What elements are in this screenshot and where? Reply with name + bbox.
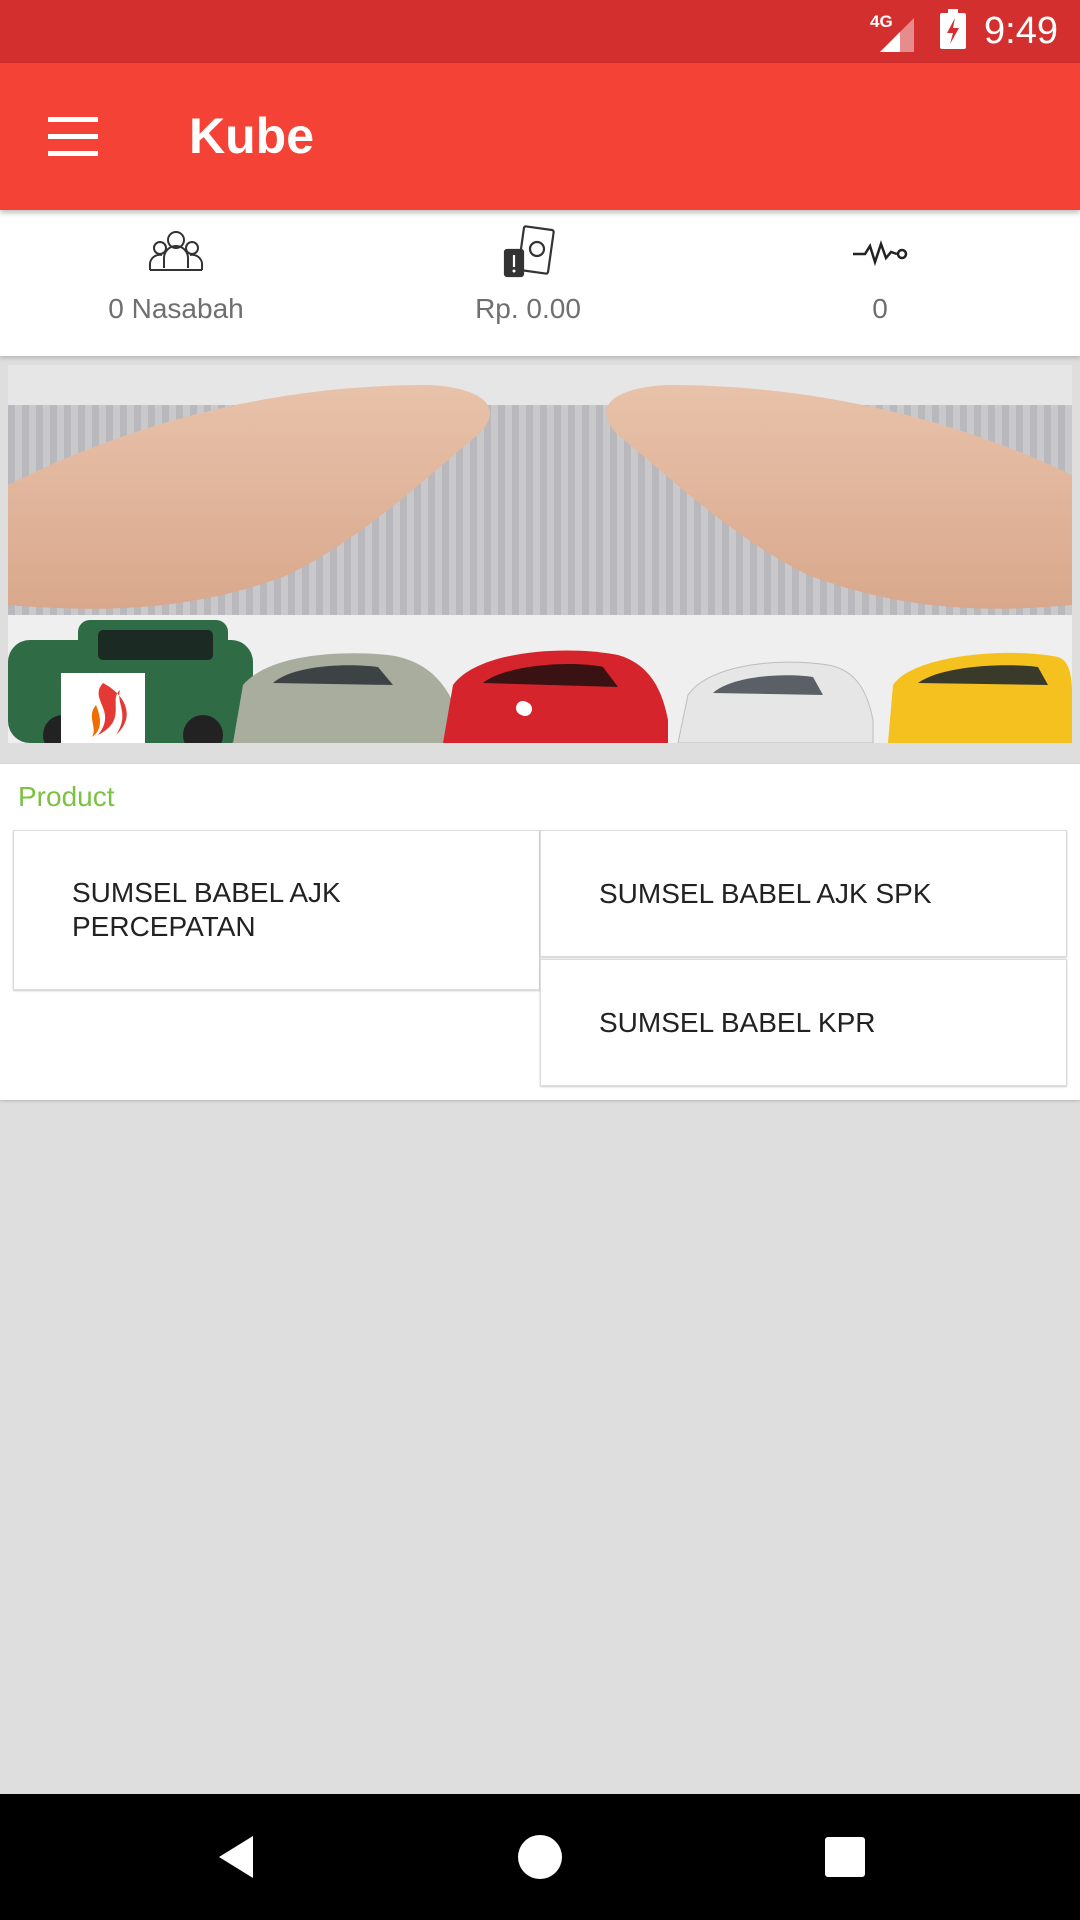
system-nav-bar bbox=[0, 1794, 1080, 1920]
home-icon[interactable] bbox=[515, 1832, 565, 1882]
stat-money[interactable]: Rp. 0.00 bbox=[352, 210, 704, 356]
product-item-label: SUMSEL BABEL AJK PERCEPATAN bbox=[72, 877, 341, 942]
page-title: Kube bbox=[189, 108, 314, 164]
stats-row: 0 Nasabah Rp. 0.00 0 bbox=[0, 210, 1080, 356]
product-item-ajk-spk[interactable]: SUMSEL BABEL AJK SPK bbox=[540, 830, 1067, 957]
hamburger-menu-icon[interactable] bbox=[48, 117, 98, 157]
money-icon bbox=[499, 224, 557, 282]
flame-logo-icon bbox=[61, 673, 145, 743]
back-icon[interactable] bbox=[213, 1832, 263, 1882]
product-heading: Product bbox=[18, 781, 115, 812]
stat-customers-value: 0 Nasabah bbox=[108, 293, 244, 324]
recents-icon[interactable] bbox=[820, 1832, 870, 1882]
product-card: Product SUMSEL BABEL AJK PERCEPATAN SUMS… bbox=[0, 764, 1080, 1100]
status-bar: 4G 9:49 bbox=[0, 0, 1080, 63]
product-item-kpr[interactable]: SUMSEL BABEL KPR bbox=[540, 959, 1067, 1086]
product-item-ajk-percepatan[interactable]: SUMSEL BABEL AJK PERCEPATAN bbox=[13, 830, 540, 990]
customers-icon bbox=[147, 224, 205, 282]
product-item-label: SUMSEL BABEL KPR bbox=[599, 1006, 876, 1038]
cellular-signal-icon: 4G bbox=[870, 12, 918, 52]
clock: 9:49 bbox=[984, 10, 1058, 52]
stat-activity[interactable]: 0 bbox=[704, 210, 1056, 356]
battery-charging-icon bbox=[940, 9, 967, 54]
carousel-dot-icon bbox=[518, 702, 532, 716]
product-item-label: SUMSEL BABEL AJK SPK bbox=[599, 877, 932, 909]
stat-customers[interactable]: 0 Nasabah bbox=[0, 210, 352, 356]
stat-activity-value: 0 bbox=[872, 293, 888, 324]
insurance-banner-image[interactable] bbox=[8, 365, 1072, 743]
stat-money-value: Rp. 0.00 bbox=[475, 293, 581, 324]
app-bar: Kube bbox=[0, 63, 1080, 210]
activity-icon bbox=[851, 224, 909, 282]
